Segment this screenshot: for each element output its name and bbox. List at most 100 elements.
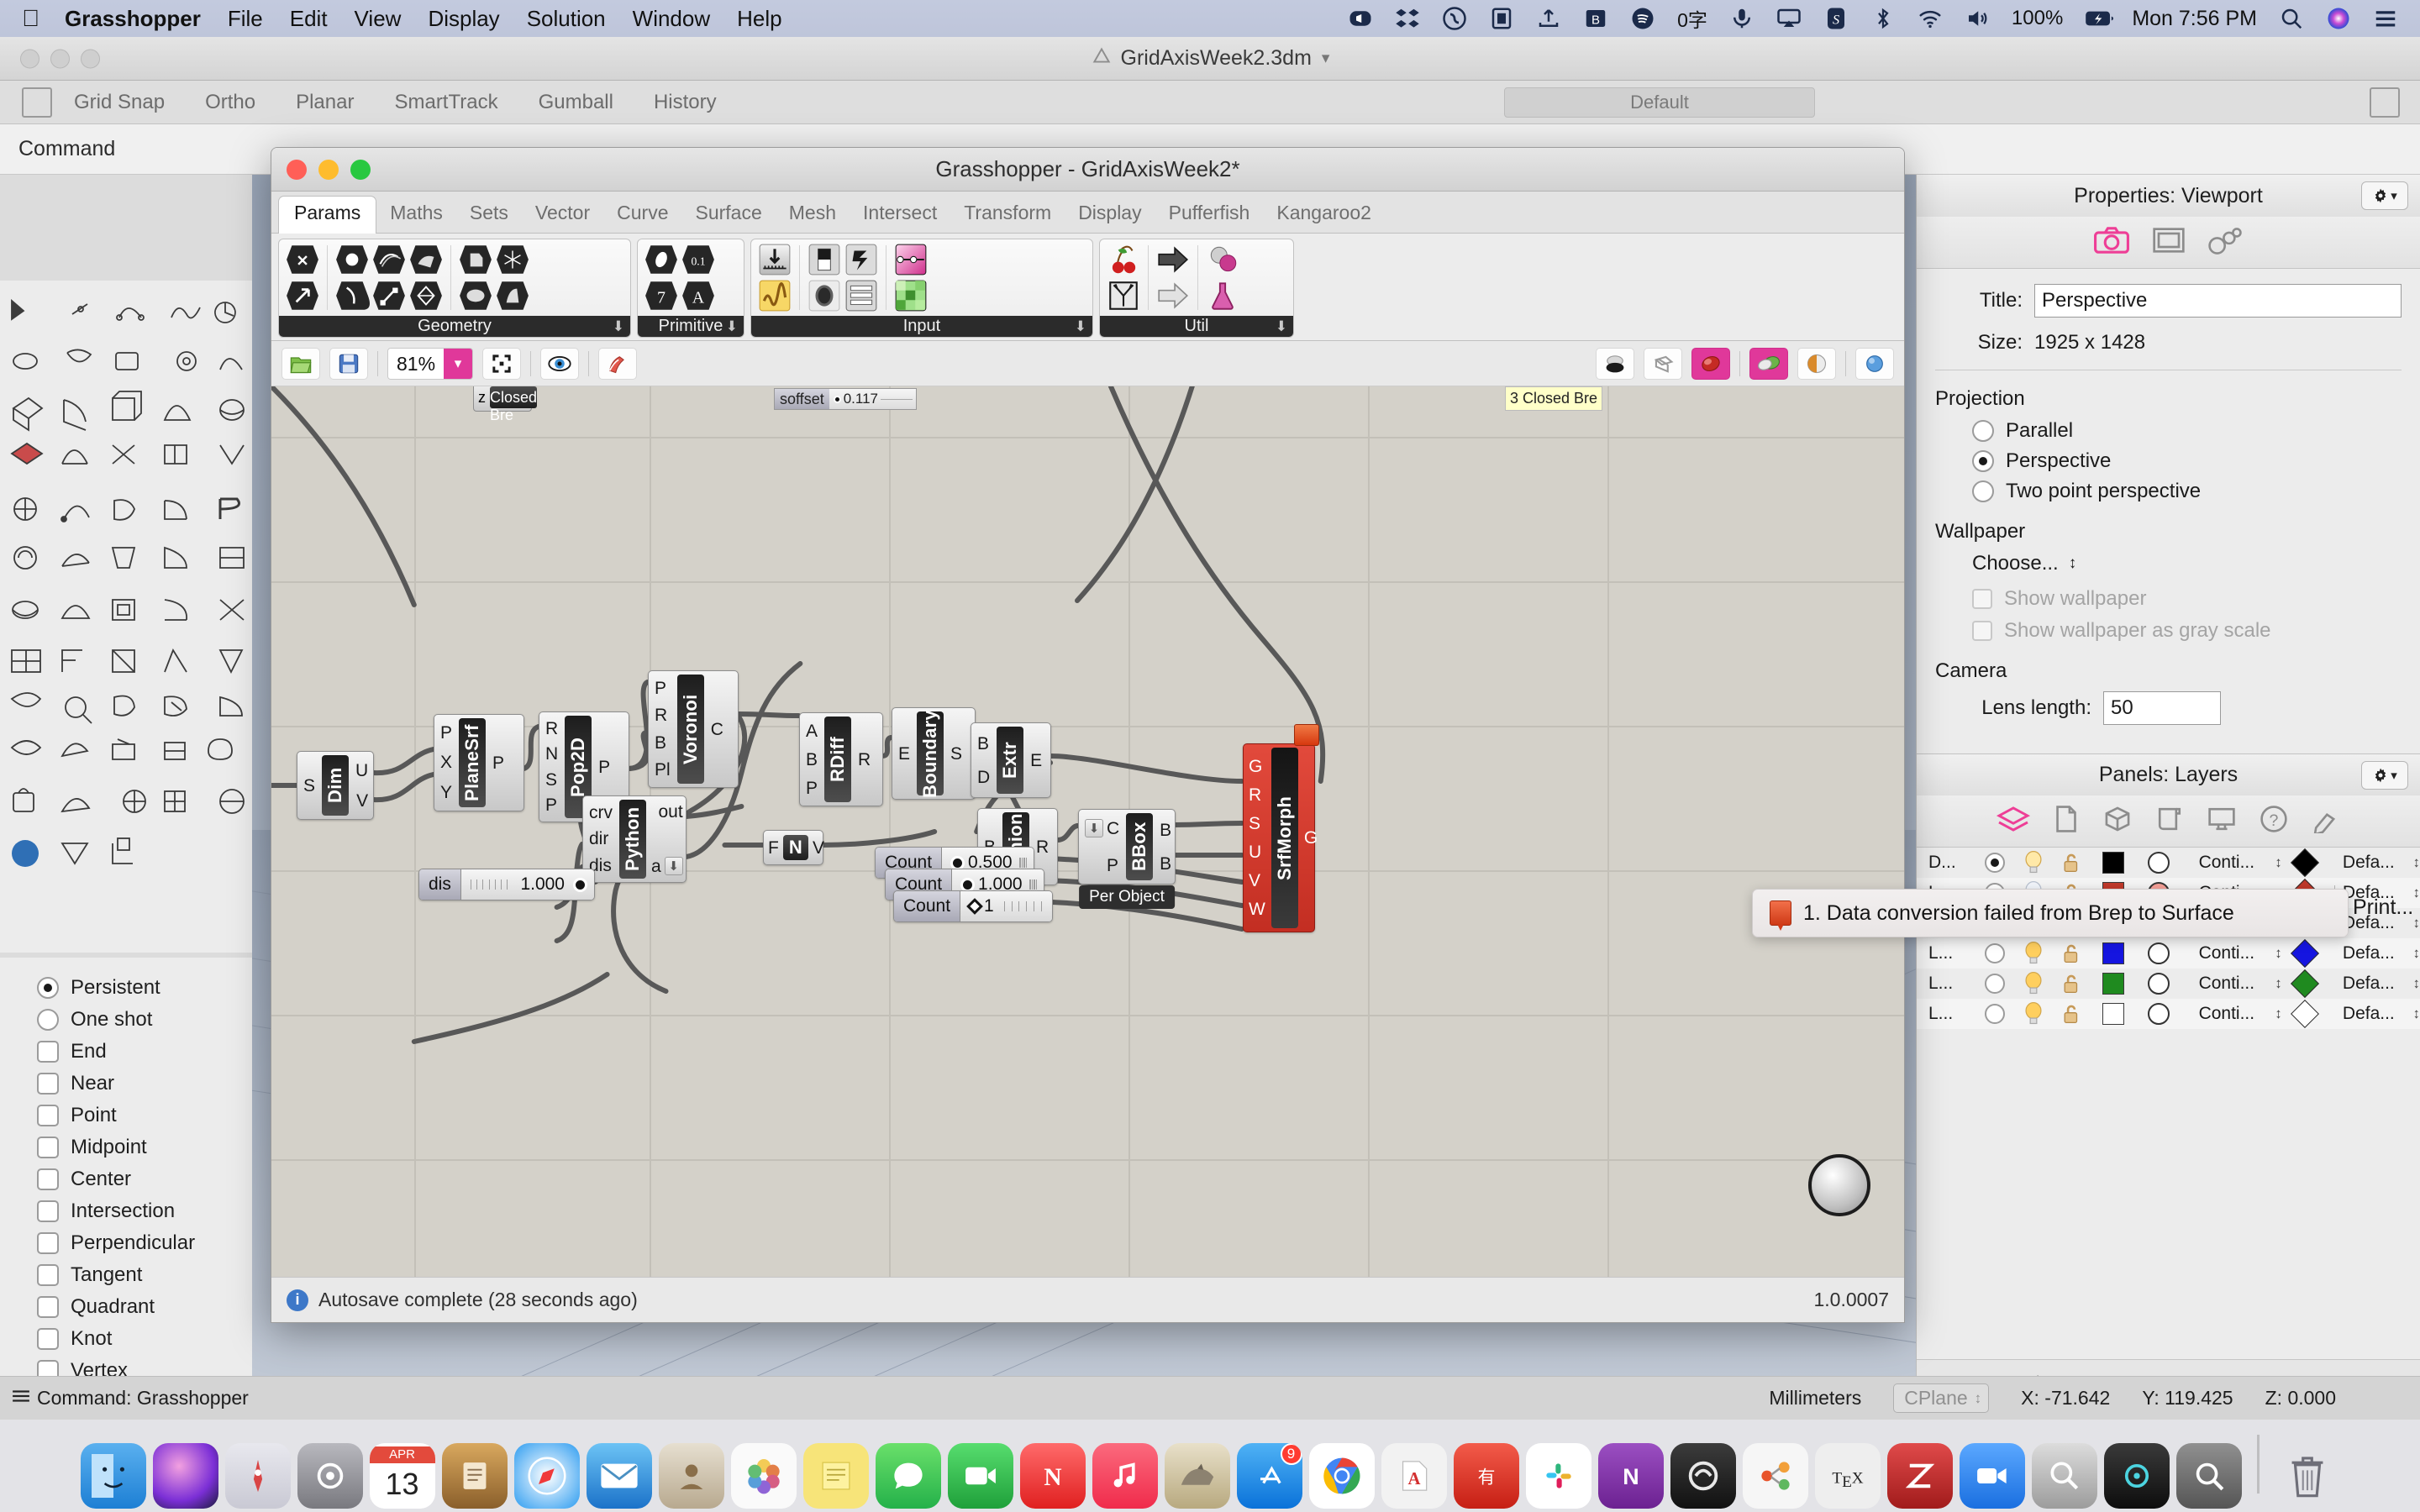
gh-close-button[interactable] — [287, 160, 307, 180]
osnap-near[interactable]: Near — [37, 1068, 252, 1099]
port-label[interactable]: E — [898, 745, 910, 763]
layer-current-radio[interactable] — [1985, 1004, 2005, 1024]
osnap-persistent[interactable]: Persistent — [37, 973, 252, 1003]
osnap-quadrant[interactable]: Quadrant — [37, 1292, 252, 1322]
slider-track[interactable]: 1 — [960, 891, 1052, 921]
point-param-icon[interactable] — [334, 242, 370, 277]
port-label[interactable]: V — [813, 839, 824, 857]
subd-param-icon[interactable] — [458, 278, 493, 313]
component-outputs[interactable]: C — [705, 671, 729, 787]
osnap-perpendicular[interactable]: Perpendicular — [37, 1228, 252, 1258]
z-component[interactable]: z 3 Closed Bre — [473, 386, 532, 412]
tab-surface[interactable]: Surface — [682, 197, 776, 233]
toolbar-history[interactable]: History — [654, 91, 717, 114]
port-label[interactable]: R — [1036, 838, 1049, 856]
projection-two-point[interactable]: Two point perspective — [1972, 480, 2402, 503]
dock-spotlight-icon[interactable] — [2176, 1443, 2242, 1509]
layer-color-swatch[interactable] — [2102, 942, 2124, 964]
port-label[interactable]: R — [858, 751, 871, 769]
camera-icon[interactable] — [2093, 225, 2130, 260]
menu-edit[interactable]: Edit — [290, 6, 328, 32]
layers-table[interactable]: D... Conti... ↕ Defa... ↕ L... — [1917, 848, 2420, 1029]
menubar-clock[interactable]: Mon 7:56 PM — [2132, 7, 2257, 31]
layer-linetype[interactable]: Conti... — [2181, 1004, 2271, 1024]
osnap-intersection[interactable]: Intersection — [37, 1196, 252, 1226]
dock-zotero-icon[interactable] — [1887, 1443, 1953, 1509]
gradient-icon[interactable] — [757, 278, 792, 313]
port-label[interactable]: B — [1160, 822, 1171, 839]
osnap-one-shot[interactable]: One shot — [37, 1005, 252, 1035]
dock-preview-icon[interactable] — [2032, 1443, 2097, 1509]
component-outputs[interactable]: G — [1299, 744, 1323, 932]
layer-lock-icon[interactable] — [2053, 852, 2091, 874]
layer-color-swatch[interactable] — [2102, 973, 2124, 995]
component-outputs[interactable]: R — [852, 713, 876, 806]
dock-stickies-icon[interactable] — [803, 1443, 869, 1509]
table-row[interactable]: L... Conti... ↕ Defa... ↕ — [1917, 969, 2420, 999]
checkbox-near[interactable] — [37, 1073, 59, 1095]
rhino-tool-palette[interactable] — [0, 281, 252, 953]
dock-rhino-gh-icon[interactable] — [1670, 1443, 1736, 1509]
checkbox-end[interactable] — [37, 1041, 59, 1063]
rhino-minimize-button[interactable] — [50, 49, 70, 68]
layer-print-width[interactable]: Defa... — [2328, 974, 2409, 994]
component-boundary[interactable]: E Boundary S — [892, 707, 976, 800]
rhino-traffic-lights[interactable] — [20, 49, 100, 68]
flatten-arrow-icon[interactable]: ⬇ — [1085, 819, 1103, 837]
colour-swatch-icon[interactable] — [893, 278, 929, 313]
toolbar-panel-toggle[interactable] — [22, 87, 52, 118]
spinner-icon[interactable]: ↕ — [2275, 854, 2282, 871]
component-extr[interactable]: B D Extr E — [971, 722, 1051, 798]
port-label[interactable]: a — [651, 858, 661, 875]
data-tree-icon[interactable] — [1106, 278, 1141, 313]
osnap-midpoint[interactable]: Midpoint — [37, 1132, 252, 1163]
dock-trash-icon[interactable] — [2275, 1443, 2340, 1509]
boolean-param-icon[interactable] — [644, 242, 679, 277]
dock-calendar-icon[interactable]: APR 13 — [370, 1443, 435, 1509]
toolbar-planar[interactable]: Planar — [296, 91, 354, 114]
port-label[interactable]: Y — [440, 784, 452, 801]
knob-icon[interactable] — [807, 278, 842, 313]
component-inputs[interactable]: G R S U V W — [1244, 744, 1270, 932]
layer-material-swatch[interactable] — [2148, 1003, 2170, 1025]
bluetooth-icon[interactable] — [1870, 6, 1896, 31]
frame-icon[interactable] — [2152, 225, 2186, 260]
dock-finder-icon[interactable] — [81, 1443, 146, 1509]
component-python[interactable]: crv dir dis Python out a ⬇ — [582, 795, 687, 883]
osnap-point[interactable]: Point — [37, 1100, 252, 1131]
component-dim[interactable]: S Dim U V — [297, 751, 374, 820]
spinner-icon[interactable]: ↕ — [2412, 854, 2420, 871]
dock-notes-icon[interactable] — [442, 1443, 508, 1509]
properties-icon-row[interactable] — [1917, 217, 2420, 269]
dock-slack-icon[interactable] — [1526, 1443, 1591, 1509]
port-label[interactable]: G — [1304, 829, 1318, 847]
component-name[interactable]: PlaneSrf — [459, 718, 486, 807]
port-label[interactable]: U — [355, 762, 368, 780]
battery-icon[interactable] — [2085, 6, 2110, 31]
menu-window[interactable]: Window — [633, 6, 710, 32]
tab-kangaroo2[interactable]: Kangaroo2 — [1263, 197, 1385, 233]
dock-photos-icon[interactable] — [731, 1443, 797, 1509]
slider-dis[interactable]: dis 1.000 — [418, 869, 595, 900]
port-label[interactable]: P — [655, 680, 666, 697]
port-label[interactable]: C — [1107, 820, 1119, 837]
menu-help[interactable]: Help — [737, 6, 781, 32]
boolean-toggle-icon[interactable] — [807, 242, 842, 277]
zoom-value[interactable]: 81% — [388, 348, 444, 380]
dock-onenote-icon[interactable]: N — [1598, 1443, 1664, 1509]
port-label[interactable]: C — [711, 721, 723, 738]
spinner-icon[interactable]: ↕ — [2275, 945, 2282, 962]
component-outputs[interactable]: E — [1024, 723, 1048, 797]
spinner-icon[interactable]: ↕ — [2412, 1005, 2420, 1022]
line-param-icon[interactable] — [371, 278, 407, 313]
expand-arrow-icon[interactable]: ⬇ — [613, 318, 624, 335]
tab-sets[interactable]: Sets — [456, 197, 522, 233]
layer-current-radio[interactable] — [1985, 853, 2005, 873]
radio-two-point-perspective[interactable] — [1972, 480, 1994, 502]
text-param-icon[interactable]: A — [681, 278, 716, 313]
list-panel-icon[interactable] — [844, 278, 879, 313]
radio-parallel[interactable] — [1972, 420, 1994, 442]
spinner-icon[interactable]: ↕ — [2412, 975, 2420, 992]
preview-shaded-button[interactable] — [1596, 348, 1634, 380]
lens-input[interactable]: 50 — [2103, 691, 2221, 725]
